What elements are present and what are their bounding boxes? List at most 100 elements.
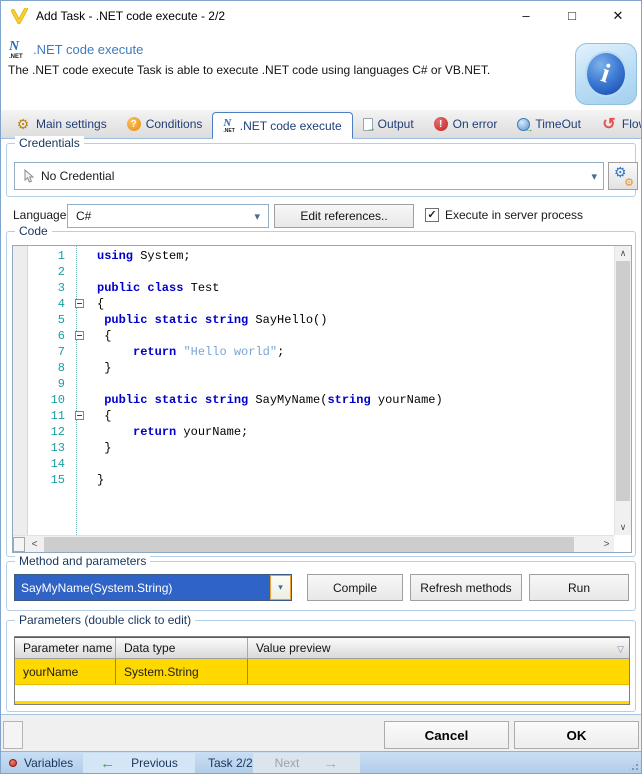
compile-button[interactable]: Compile [307,574,403,601]
code-line-7: 7 return "Hello world"; [13,344,614,360]
title-bar: Add Task - .NET code execute - 2/2 – □ ✕ [1,1,641,31]
horizontal-scroll-thumb[interactable] [44,537,574,552]
value-preview-cell[interactable] [248,659,629,684]
tab-bar: ⚙ Main settings? Conditions N .NET .NET code … [1,110,641,139]
manage-credentials-button[interactable]: ⚙ ⚙ [608,162,638,190]
edit-references-button[interactable]: Edit references.. [274,204,414,228]
dialog-footer: Cancel OK [1,714,641,752]
code-line-10: 10 public static string SayMyName(string… [13,392,614,408]
tab-label: TimeOut [535,117,581,131]
run-button[interactable]: Run [529,574,629,601]
code-line-8: 8 } [13,360,614,376]
tab-label: Conditions [145,117,203,131]
variables-button[interactable]: Variables [9,752,73,773]
tab-timeout[interactable]: → TimeOut [507,110,591,138]
tab-output[interactable]: → Output [353,110,424,138]
fold-margin [71,248,93,264]
next-label: Next [274,756,300,770]
next-task-button[interactable]: Next → [253,753,360,773]
code-text: public class Test [97,281,220,295]
close-button[interactable]: ✕ [595,1,641,30]
code-line-15: 15} [13,472,614,488]
dropdown-arrow-icon[interactable]: ▾ [254,210,260,223]
column-header-value-preview[interactable]: Value preview [248,638,629,658]
data-type-cell[interactable]: System.String [116,659,248,684]
ok-button[interactable]: OK [514,721,639,749]
column-header-data-type[interactable]: Data type [116,638,248,658]
info-icon: i [575,43,637,105]
arrow-left-icon: ← [100,754,116,772]
tab-main-settings[interactable]: ⚙ Main settings [5,110,117,138]
variables-dot-icon [9,758,17,767]
method-dropdown[interactable]: SayMyName(System.String) ▾ [14,574,292,601]
vertical-scroll-thumb[interactable] [616,261,630,501]
code-lines[interactable]: 1 using System; 2 3 public class Test 4{5 pub… [13,248,614,488]
scroll-left-icon[interactable]: < [27,537,42,552]
line-number: 6 [57,329,65,343]
dropdown-arrow-icon[interactable]: ▾ [591,170,597,183]
task-description: The .NET code execute Task is able to ex… [8,63,491,77]
parameter-row[interactable]: yourName System.String [15,659,629,685]
cancel-button[interactable]: Cancel [384,721,509,749]
parameter-name-cell[interactable]: yourName [15,659,116,684]
language-selected-value: C# [76,209,92,223]
code-line-12: 12 return yourName; [13,424,614,440]
gears-icon: ⚙ [16,115,30,132]
status-bar: Variables ← Previous Task 2/2 Next → [1,751,641,773]
code-line-11: 11 { [13,408,614,424]
language-dropdown[interactable]: C# ▾ [67,204,269,228]
fold-margin [71,312,93,328]
fold-collapse-icon[interactable] [75,331,84,340]
task-type-title: .NET code execute [33,42,144,57]
refresh-methods-button[interactable]: Refresh methods [410,574,522,601]
vertical-scrollbar[interactable]: ∧ ∨ [614,246,631,535]
column-header-parameter-name[interactable]: Parameter name [15,638,116,658]
code-line-9: 9 [13,376,614,392]
credential-dropdown[interactable]: No Credential ▾ [14,162,604,190]
splitter-handle[interactable] [13,537,25,552]
line-number: 9 [57,377,65,391]
tab-net-code-execute[interactable]: N .NET .NET code execute [212,112,353,139]
filter-icon[interactable]: ▽ [617,644,624,655]
fold-collapse-icon[interactable] [75,299,84,308]
edge-mini-button[interactable] [3,721,23,749]
line-number: 12 [50,425,65,439]
previous-task-button[interactable]: ← Previous [83,753,195,773]
tab-conditions[interactable]: ? Conditions [117,110,213,138]
line-number: 5 [57,313,65,327]
parameters-grid[interactable]: Parameter name Data type Value preview ▽ yo… [14,636,630,705]
line-number: 1 [57,249,65,263]
tab-on-error[interactable]: ! On error [424,110,508,138]
cursor-icon [24,168,35,183]
line-number: 11 [50,409,65,423]
line-number: 14 [50,457,65,471]
minimize-button[interactable]: – [503,1,549,30]
code-text: } [97,473,105,487]
horizontal-scrollbar[interactable]: < > [13,535,614,552]
app-logo-icon [11,7,28,24]
dropdown-arrow-icon[interactable]: ▾ [270,575,291,600]
grid-rows: yourName System.String [15,659,629,685]
fold-margin [71,456,93,472]
fold-margin [71,472,93,488]
fold-margin [71,264,93,280]
code-text: } [97,361,112,375]
scroll-up-icon[interactable]: ∧ [615,246,631,261]
parameters-group: Parameters (double click to edit) Parame… [6,613,636,712]
resize-grip[interactable] [628,760,639,771]
question-icon: ? [126,117,141,131]
line-number: 8 [57,361,65,375]
scroll-down-icon[interactable]: ∨ [615,520,631,535]
tab-flow[interactable]: ↺ Flow [591,110,641,138]
fold-collapse-icon[interactable] [75,411,84,420]
scroll-right-icon[interactable]: > [599,537,614,552]
line-number: 13 [50,441,65,455]
execute-server-process-checkbox[interactable]: ✓ [425,208,439,222]
method-selected-value: SayMyName(System.String) [21,580,173,595]
code-line-1: 1 using System; [13,248,614,264]
maximize-button[interactable]: □ [549,1,595,30]
line-number: 3 [57,281,65,295]
code-editor[interactable]: 1 using System; 2 3 public class Test 4{5 pub… [12,245,632,553]
